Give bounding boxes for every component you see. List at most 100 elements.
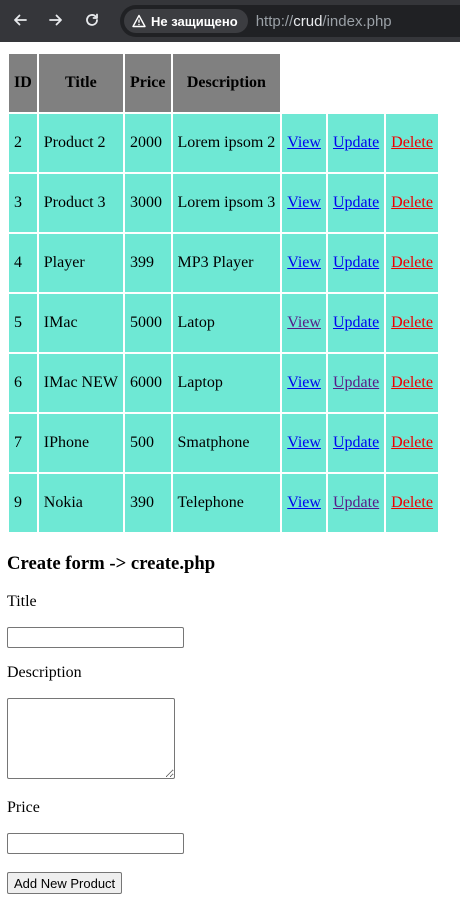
view-link[interactable]: View xyxy=(287,374,321,391)
title-label: Title xyxy=(7,593,37,610)
cell-update: Update xyxy=(327,234,385,292)
cell-id: 4 xyxy=(9,234,37,292)
cell-id: 2 xyxy=(9,114,37,172)
cell-price: 6000 xyxy=(124,354,171,412)
url-text[interactable]: http://crud/index.php xyxy=(256,13,392,30)
cell-id: 3 xyxy=(9,174,37,232)
cell-delete: Delete xyxy=(386,414,438,472)
url-scheme: http:// xyxy=(255,12,294,30)
delete-link[interactable]: Delete xyxy=(391,434,433,451)
cell-delete: Delete xyxy=(386,474,438,532)
delete-link[interactable]: Delete xyxy=(391,254,433,271)
cell-description: Latop xyxy=(172,294,281,352)
table-row: 3 Product 3 3000 Lorem ipsom 3 View Update Del… xyxy=(9,174,438,232)
update-link[interactable]: Update xyxy=(333,134,379,151)
update-link[interactable]: Update xyxy=(333,374,379,391)
cell-view: View xyxy=(282,294,326,352)
description-textarea[interactable] xyxy=(7,698,175,779)
cell-description: Lorem ipsom 3 xyxy=(172,174,281,232)
cell-id: 6 xyxy=(9,354,37,412)
products-table: ID Title Price Description 2 Product 2 200… xyxy=(7,52,440,534)
price-input[interactable] xyxy=(7,833,184,854)
view-link[interactable]: View xyxy=(287,494,321,511)
cell-description: Lorem ipsom 2 xyxy=(172,114,281,172)
forward-arrow-icon[interactable] xyxy=(45,9,67,31)
cell-price: 500 xyxy=(124,414,171,472)
view-link[interactable]: View xyxy=(287,254,321,271)
description-label: Description xyxy=(7,664,82,681)
cell-delete: Delete xyxy=(386,234,438,292)
update-link[interactable]: Update xyxy=(333,194,379,211)
cell-view: View xyxy=(282,174,326,232)
cell-update: Update xyxy=(327,294,385,352)
cell-view: View xyxy=(282,114,326,172)
address-bar[interactable]: Не защищено http://crud/index.php xyxy=(120,5,460,37)
cell-view: View xyxy=(282,234,326,292)
security-chip[interactable]: Не защищено xyxy=(124,9,248,33)
cell-delete: Delete xyxy=(386,174,438,232)
table-header-row: ID Title Price Description xyxy=(9,54,438,112)
browser-toolbar: Не защищено http://crud/index.php xyxy=(0,0,460,42)
cell-title: IMac NEW xyxy=(38,354,123,412)
cell-delete: Delete xyxy=(386,114,438,172)
update-link[interactable]: Update xyxy=(333,314,379,331)
cell-title: IMac xyxy=(38,294,123,352)
cell-price: 3000 xyxy=(124,174,171,232)
reload-icon[interactable] xyxy=(81,9,103,31)
cell-update: Update xyxy=(327,474,385,532)
delete-link[interactable]: Delete xyxy=(391,374,433,391)
cell-title: IPhone xyxy=(38,414,123,472)
warning-icon xyxy=(132,14,146,28)
cell-title: Product 2 xyxy=(38,114,123,172)
cell-description: Smatphone xyxy=(172,414,281,472)
cell-price: 390 xyxy=(124,474,171,532)
view-link[interactable]: View xyxy=(287,134,321,151)
title-input[interactable] xyxy=(7,627,184,648)
url-host: crud xyxy=(293,12,323,30)
delete-link[interactable]: Delete xyxy=(391,134,433,151)
table-row: 9 Nokia 390 Telephone View Update Delete xyxy=(9,474,438,532)
cell-title: Nokia xyxy=(38,474,123,532)
delete-link[interactable]: Delete xyxy=(391,194,433,211)
cell-title: Player xyxy=(38,234,123,292)
cell-update: Update xyxy=(327,114,385,172)
table-row: 7 IPhone 500 Smatphone View Update Delete xyxy=(9,414,438,472)
cell-description: MP3 Player xyxy=(172,234,281,292)
table-row: 4 Player 399 MP3 Player View Update Delete xyxy=(9,234,438,292)
cell-id: 5 xyxy=(9,294,37,352)
add-new-product-button[interactable]: Add New Product xyxy=(7,872,123,894)
cell-view: View xyxy=(282,414,326,472)
cell-view: View xyxy=(282,474,326,532)
delete-link[interactable]: Delete xyxy=(391,494,433,511)
price-label: Price xyxy=(7,799,40,816)
delete-link[interactable]: Delete xyxy=(391,314,433,331)
table-row: 2 Product 2 2000 Lorem ipsom 2 View Update Del… xyxy=(9,114,438,172)
cell-id: 7 xyxy=(9,414,37,472)
cell-update: Update xyxy=(327,354,385,412)
update-link[interactable]: Update xyxy=(333,494,379,511)
back-arrow-icon[interactable] xyxy=(9,9,31,31)
column-header-price: Price xyxy=(124,54,171,112)
cell-id: 9 xyxy=(9,474,37,532)
cell-view: View xyxy=(282,354,326,412)
table-row: 5 IMac 5000 Latop View Update Delete xyxy=(9,294,438,352)
view-link[interactable]: View xyxy=(287,194,321,211)
update-link[interactable]: Update xyxy=(333,434,379,451)
create-form-heading: Create form -> create.php xyxy=(7,553,216,574)
cell-update: Update xyxy=(327,174,385,232)
view-link[interactable]: View xyxy=(287,314,321,331)
cell-delete: Delete xyxy=(386,354,438,412)
cell-update: Update xyxy=(327,414,385,472)
view-link[interactable]: View xyxy=(287,434,321,451)
update-link[interactable]: Update xyxy=(333,254,379,271)
column-header-title: Title xyxy=(38,54,123,112)
cell-title: Product 3 xyxy=(38,174,123,232)
table-row: 6 IMac NEW 6000 Laptop View Update Delete xyxy=(9,354,438,412)
cell-description: Telephone xyxy=(172,474,281,532)
cell-delete: Delete xyxy=(386,294,438,352)
cell-price: 2000 xyxy=(124,114,171,172)
cell-price: 399 xyxy=(124,234,171,292)
url-path: /index.php xyxy=(322,12,392,30)
cell-price: 5000 xyxy=(124,294,171,352)
cell-description: Laptop xyxy=(172,354,281,412)
